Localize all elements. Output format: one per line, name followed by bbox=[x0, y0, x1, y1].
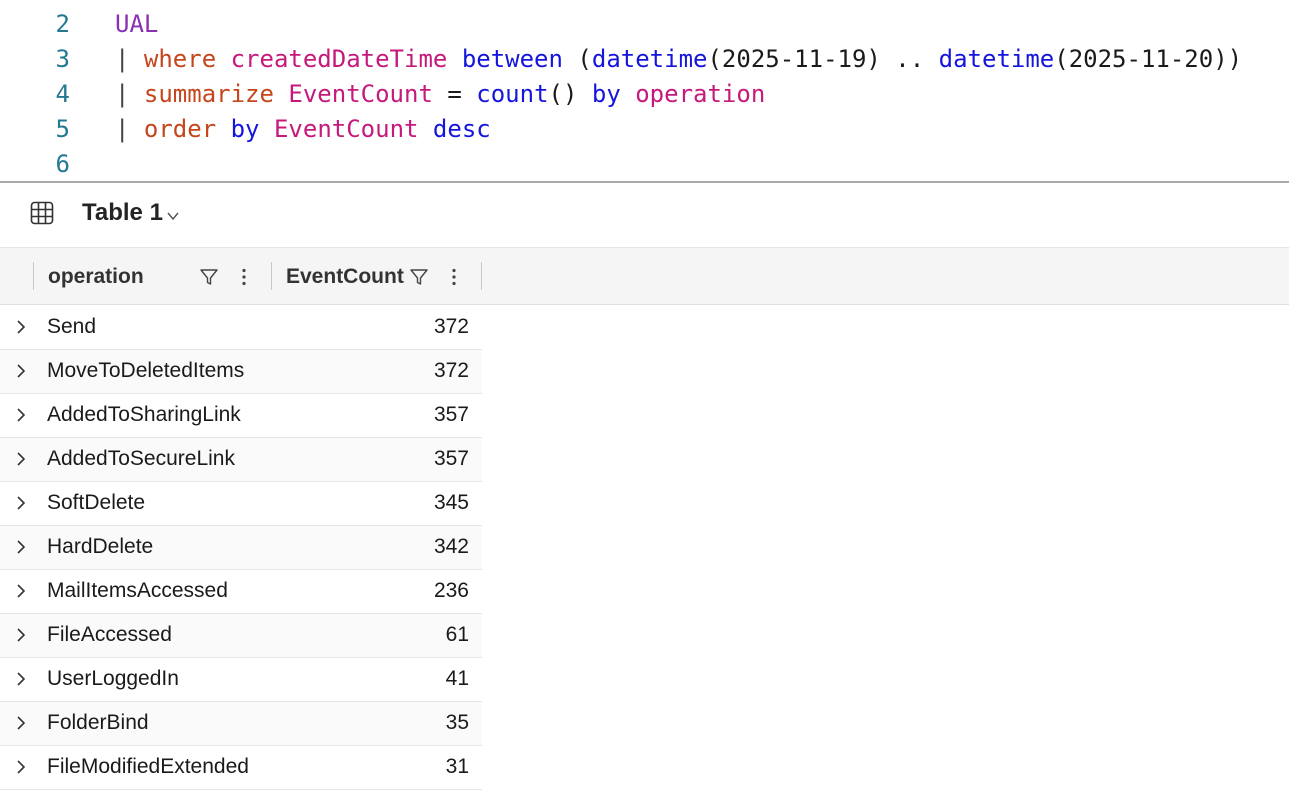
chevron-right-icon[interactable] bbox=[12, 758, 30, 776]
chevron-right-icon[interactable] bbox=[12, 538, 30, 556]
column-header-operation[interactable]: operation bbox=[48, 262, 144, 292]
code-token-kw: by bbox=[591, 80, 621, 108]
cell-operation: FileAccessed bbox=[47, 623, 172, 646]
table-row[interactable]: HardDelete 342 bbox=[0, 526, 482, 570]
chevron-right-icon[interactable] bbox=[12, 582, 30, 600]
table-row[interactable]: AddedToSharingLink 357 bbox=[0, 394, 482, 438]
chevron-right-icon[interactable] bbox=[12, 670, 30, 688]
code-text[interactable]: | summarize EventCount = count() by oper… bbox=[115, 77, 765, 112]
table-row[interactable]: FileModifiedExtended 31 bbox=[0, 746, 482, 790]
code-token-kw: count bbox=[476, 80, 549, 108]
code-token-op: summarize bbox=[143, 80, 274, 108]
line-number: 5 bbox=[55, 115, 70, 143]
table-row[interactable]: AddedToSecureLink 357 bbox=[0, 438, 482, 482]
chevron-right-icon[interactable] bbox=[12, 318, 30, 336]
cell-eventcount: 345 bbox=[433, 491, 469, 514]
cell-operation: FileModifiedExtended bbox=[47, 755, 249, 778]
code-token-col: EventCount bbox=[273, 115, 419, 143]
code-token-txt: (2025-11-20)) bbox=[1054, 45, 1243, 73]
cell-eventcount: 357 bbox=[433, 403, 469, 426]
code-token-txt: = bbox=[432, 80, 477, 108]
cell-eventcount: 342 bbox=[433, 535, 469, 558]
cell-operation: Send bbox=[47, 315, 97, 338]
code-token-kw: between bbox=[461, 45, 563, 73]
chevron-down-icon[interactable] bbox=[166, 209, 180, 223]
code-token-col: operation bbox=[635, 80, 766, 108]
grid-header: operation EventCount bbox=[0, 247, 1289, 305]
code-token-txt: ( bbox=[562, 45, 592, 73]
chevron-right-icon[interactable] bbox=[12, 362, 30, 380]
code-token-kw: by bbox=[230, 115, 260, 143]
cell-eventcount: 372 bbox=[433, 315, 469, 338]
table-row[interactable]: UserLoggedIn 41 bbox=[0, 658, 482, 702]
column-separator bbox=[33, 262, 34, 290]
table-grid-icon bbox=[30, 201, 54, 225]
table-row[interactable]: Send 372 bbox=[0, 306, 482, 350]
table-row[interactable]: MoveToDeletedItems 372 bbox=[0, 350, 482, 394]
cell-operation: AddedToSharingLink bbox=[47, 403, 241, 426]
chevron-right-icon[interactable] bbox=[12, 494, 30, 512]
chevron-right-icon[interactable] bbox=[12, 714, 30, 732]
code-token-col: createdDateTime bbox=[230, 45, 448, 73]
query-editor[interactable]: 2 UAL 3 | where createdDateTime between (da… bbox=[0, 0, 1289, 181]
cell-eventcount: 41 bbox=[445, 667, 469, 690]
cell-operation: UserLoggedIn bbox=[47, 667, 179, 690]
code-token-pipe: | bbox=[115, 115, 144, 143]
cell-operation: SoftDelete bbox=[47, 491, 146, 514]
column-separator[interactable] bbox=[271, 262, 272, 290]
results-table-tab[interactable]: Table 1 bbox=[82, 197, 163, 229]
table-row[interactable]: FileAccessed 61 bbox=[0, 614, 482, 658]
code-token-txt: (2025-11-19) .. bbox=[707, 45, 939, 73]
cell-eventcount: 357 bbox=[433, 447, 469, 470]
chevron-right-icon[interactable] bbox=[12, 406, 30, 424]
filter-icon[interactable] bbox=[199, 267, 219, 287]
more-options-icon[interactable] bbox=[444, 267, 464, 287]
results-toolbar: Table 1 bbox=[0, 183, 1289, 246]
line-number: 3 bbox=[55, 45, 70, 73]
code-text[interactable]: | where createdDateTime between (datetim… bbox=[115, 42, 1242, 77]
table-row[interactable]: FolderBind 35 bbox=[0, 702, 482, 746]
column-header-eventcount[interactable]: EventCount bbox=[286, 262, 404, 292]
cell-operation: MailItemsAccessed bbox=[47, 579, 228, 602]
code-token-col: EventCount bbox=[288, 80, 433, 108]
code-token-kw: datetime bbox=[591, 45, 708, 73]
code-token-pipe: | bbox=[115, 45, 144, 73]
code-text[interactable]: | order by EventCount desc bbox=[115, 112, 491, 147]
cell-operation: HardDelete bbox=[47, 535, 154, 558]
line-number: 6 bbox=[55, 150, 70, 178]
cell-operation: FolderBind bbox=[47, 711, 149, 734]
code-token-kw: datetime bbox=[938, 45, 1055, 73]
cell-eventcount: 236 bbox=[433, 579, 469, 602]
cell-eventcount: 31 bbox=[445, 755, 469, 778]
table-row[interactable]: MailItemsAccessed 236 bbox=[0, 570, 482, 614]
table-row[interactable]: SoftDelete 345 bbox=[0, 482, 482, 526]
filter-icon[interactable] bbox=[409, 267, 429, 287]
cell-eventcount: 61 bbox=[445, 623, 469, 646]
cell-operation: AddedToSecureLink bbox=[47, 447, 235, 470]
code-token-op: order bbox=[143, 115, 217, 143]
code-token-pipe: | bbox=[115, 80, 144, 108]
chevron-right-icon[interactable] bbox=[12, 626, 30, 644]
code-text[interactable]: UAL bbox=[115, 7, 158, 42]
more-options-icon[interactable] bbox=[234, 267, 254, 287]
line-number: 2 bbox=[55, 10, 70, 38]
cell-eventcount: 372 bbox=[433, 359, 469, 382]
code-token-txt: () bbox=[548, 80, 592, 108]
code-token-kw: desc bbox=[432, 115, 491, 143]
code-token-table: UAL bbox=[115, 10, 159, 38]
cell-operation: MoveToDeletedItems bbox=[47, 359, 245, 382]
code-token-op: where bbox=[143, 45, 217, 73]
column-separator[interactable] bbox=[481, 262, 482, 290]
chevron-right-icon[interactable] bbox=[12, 450, 30, 468]
line-number: 4 bbox=[55, 80, 70, 108]
cell-eventcount: 35 bbox=[445, 711, 469, 734]
